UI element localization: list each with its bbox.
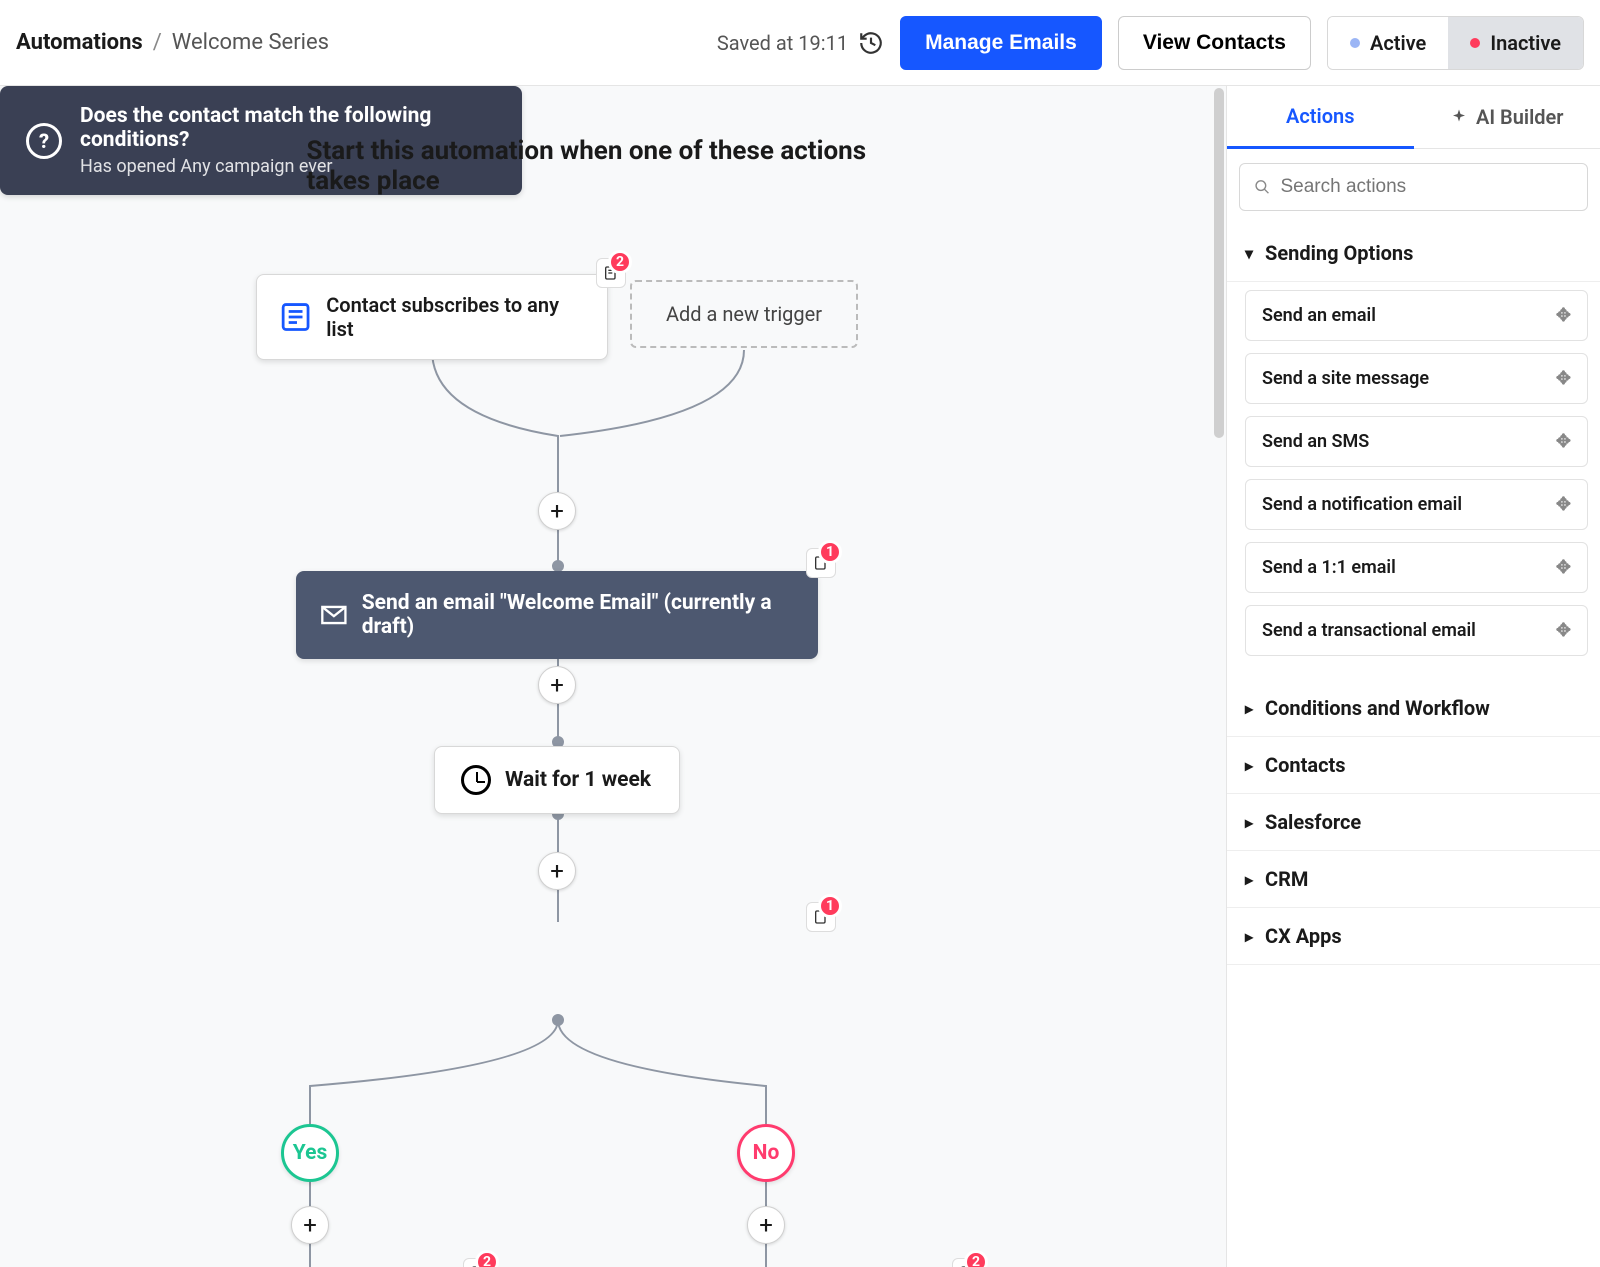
- category-cx-apps[interactable]: ▸CX Apps: [1227, 908, 1600, 965]
- tab-ai-builder[interactable]: AI Builder: [1414, 86, 1600, 149]
- action-send-1-1-email[interactable]: Send a 1:1 email✥: [1245, 542, 1588, 593]
- clock-icon: [461, 765, 491, 795]
- action-send-email[interactable]: Send an email✥: [1245, 290, 1588, 341]
- chevron-right-icon: ▸: [1245, 870, 1253, 889]
- action-send-site-message[interactable]: Send a site message✥: [1245, 353, 1588, 404]
- drag-icon: ✥: [1556, 368, 1571, 389]
- add-step-button[interactable]: +: [538, 492, 576, 530]
- active-toggle[interactable]: Active: [1328, 17, 1448, 69]
- wait-node[interactable]: Wait for 1 week: [434, 746, 680, 814]
- no-branch[interactable]: No: [737, 1124, 795, 1182]
- category-contacts[interactable]: ▸Contacts: [1227, 737, 1600, 794]
- saved-at-label: Saved at 19:11: [717, 31, 848, 55]
- badge-count: 2: [475, 1250, 499, 1267]
- add-step-button[interactable]: +: [538, 852, 576, 890]
- action-send-transactional-email[interactable]: Send a transactional email✥: [1245, 605, 1588, 656]
- badge-count: 2: [964, 1250, 988, 1267]
- breadcrumb-current: Welcome Series: [172, 30, 329, 55]
- chevron-right-icon: ▸: [1245, 813, 1253, 832]
- add-step-button[interactable]: +: [538, 666, 576, 704]
- category-crm[interactable]: ▸CRM: [1227, 851, 1600, 908]
- search-icon: [1254, 178, 1271, 196]
- category-salesforce[interactable]: ▸Salesforce: [1227, 794, 1600, 851]
- breadcrumb: Automations / Welcome Series: [16, 30, 329, 55]
- add-step-button[interactable]: +: [291, 1206, 329, 1244]
- view-contacts-button[interactable]: View Contacts: [1118, 16, 1311, 70]
- add-step-button[interactable]: +: [747, 1206, 785, 1244]
- chevron-down-icon: ▾: [1245, 244, 1253, 263]
- drag-icon: ✥: [1556, 557, 1571, 578]
- action-send-notification-email[interactable]: Send a notification email✥: [1245, 479, 1588, 530]
- history-icon[interactable]: [858, 30, 884, 56]
- chevron-right-icon: ▸: [1245, 927, 1253, 946]
- inactive-toggle[interactable]: Inactive: [1448, 17, 1583, 69]
- email-node-welcome[interactable]: Send an email "Welcome Email" (currently…: [296, 571, 818, 659]
- chevron-right-icon: ▸: [1245, 756, 1253, 775]
- category-conditions-workflow[interactable]: ▸Conditions and Workflow: [1227, 680, 1600, 737]
- list-subscribe-icon: [279, 300, 312, 334]
- mail-icon: [320, 600, 348, 630]
- action-send-sms[interactable]: Send an SMS✥: [1245, 416, 1588, 467]
- badge-count: 1: [818, 894, 842, 918]
- status-toggle: Active Inactive: [1327, 16, 1584, 70]
- yes-branch[interactable]: Yes: [281, 1124, 339, 1182]
- manage-emails-button[interactable]: Manage Emails: [900, 16, 1102, 70]
- drag-icon: ✥: [1556, 305, 1571, 326]
- question-icon: ?: [26, 123, 62, 159]
- trigger-node[interactable]: Contact subscribes to any list: [256, 274, 608, 360]
- tab-actions[interactable]: Actions: [1227, 86, 1414, 149]
- search-actions-input[interactable]: [1239, 163, 1588, 211]
- drag-icon: ✥: [1556, 494, 1571, 515]
- badge-count: 2: [608, 250, 632, 274]
- ai-sparkle-icon: [1450, 108, 1468, 126]
- category-sending-options[interactable]: ▾ Sending Options: [1227, 225, 1600, 282]
- drag-icon: ✥: [1556, 431, 1571, 452]
- breadcrumb-root[interactable]: Automations: [16, 30, 143, 55]
- chevron-right-icon: ▸: [1245, 699, 1253, 718]
- drag-icon: ✥: [1556, 620, 1571, 641]
- add-trigger-button[interactable]: Add a new trigger: [630, 280, 858, 348]
- breadcrumb-separator: /: [153, 30, 162, 55]
- badge-count: 1: [818, 540, 842, 564]
